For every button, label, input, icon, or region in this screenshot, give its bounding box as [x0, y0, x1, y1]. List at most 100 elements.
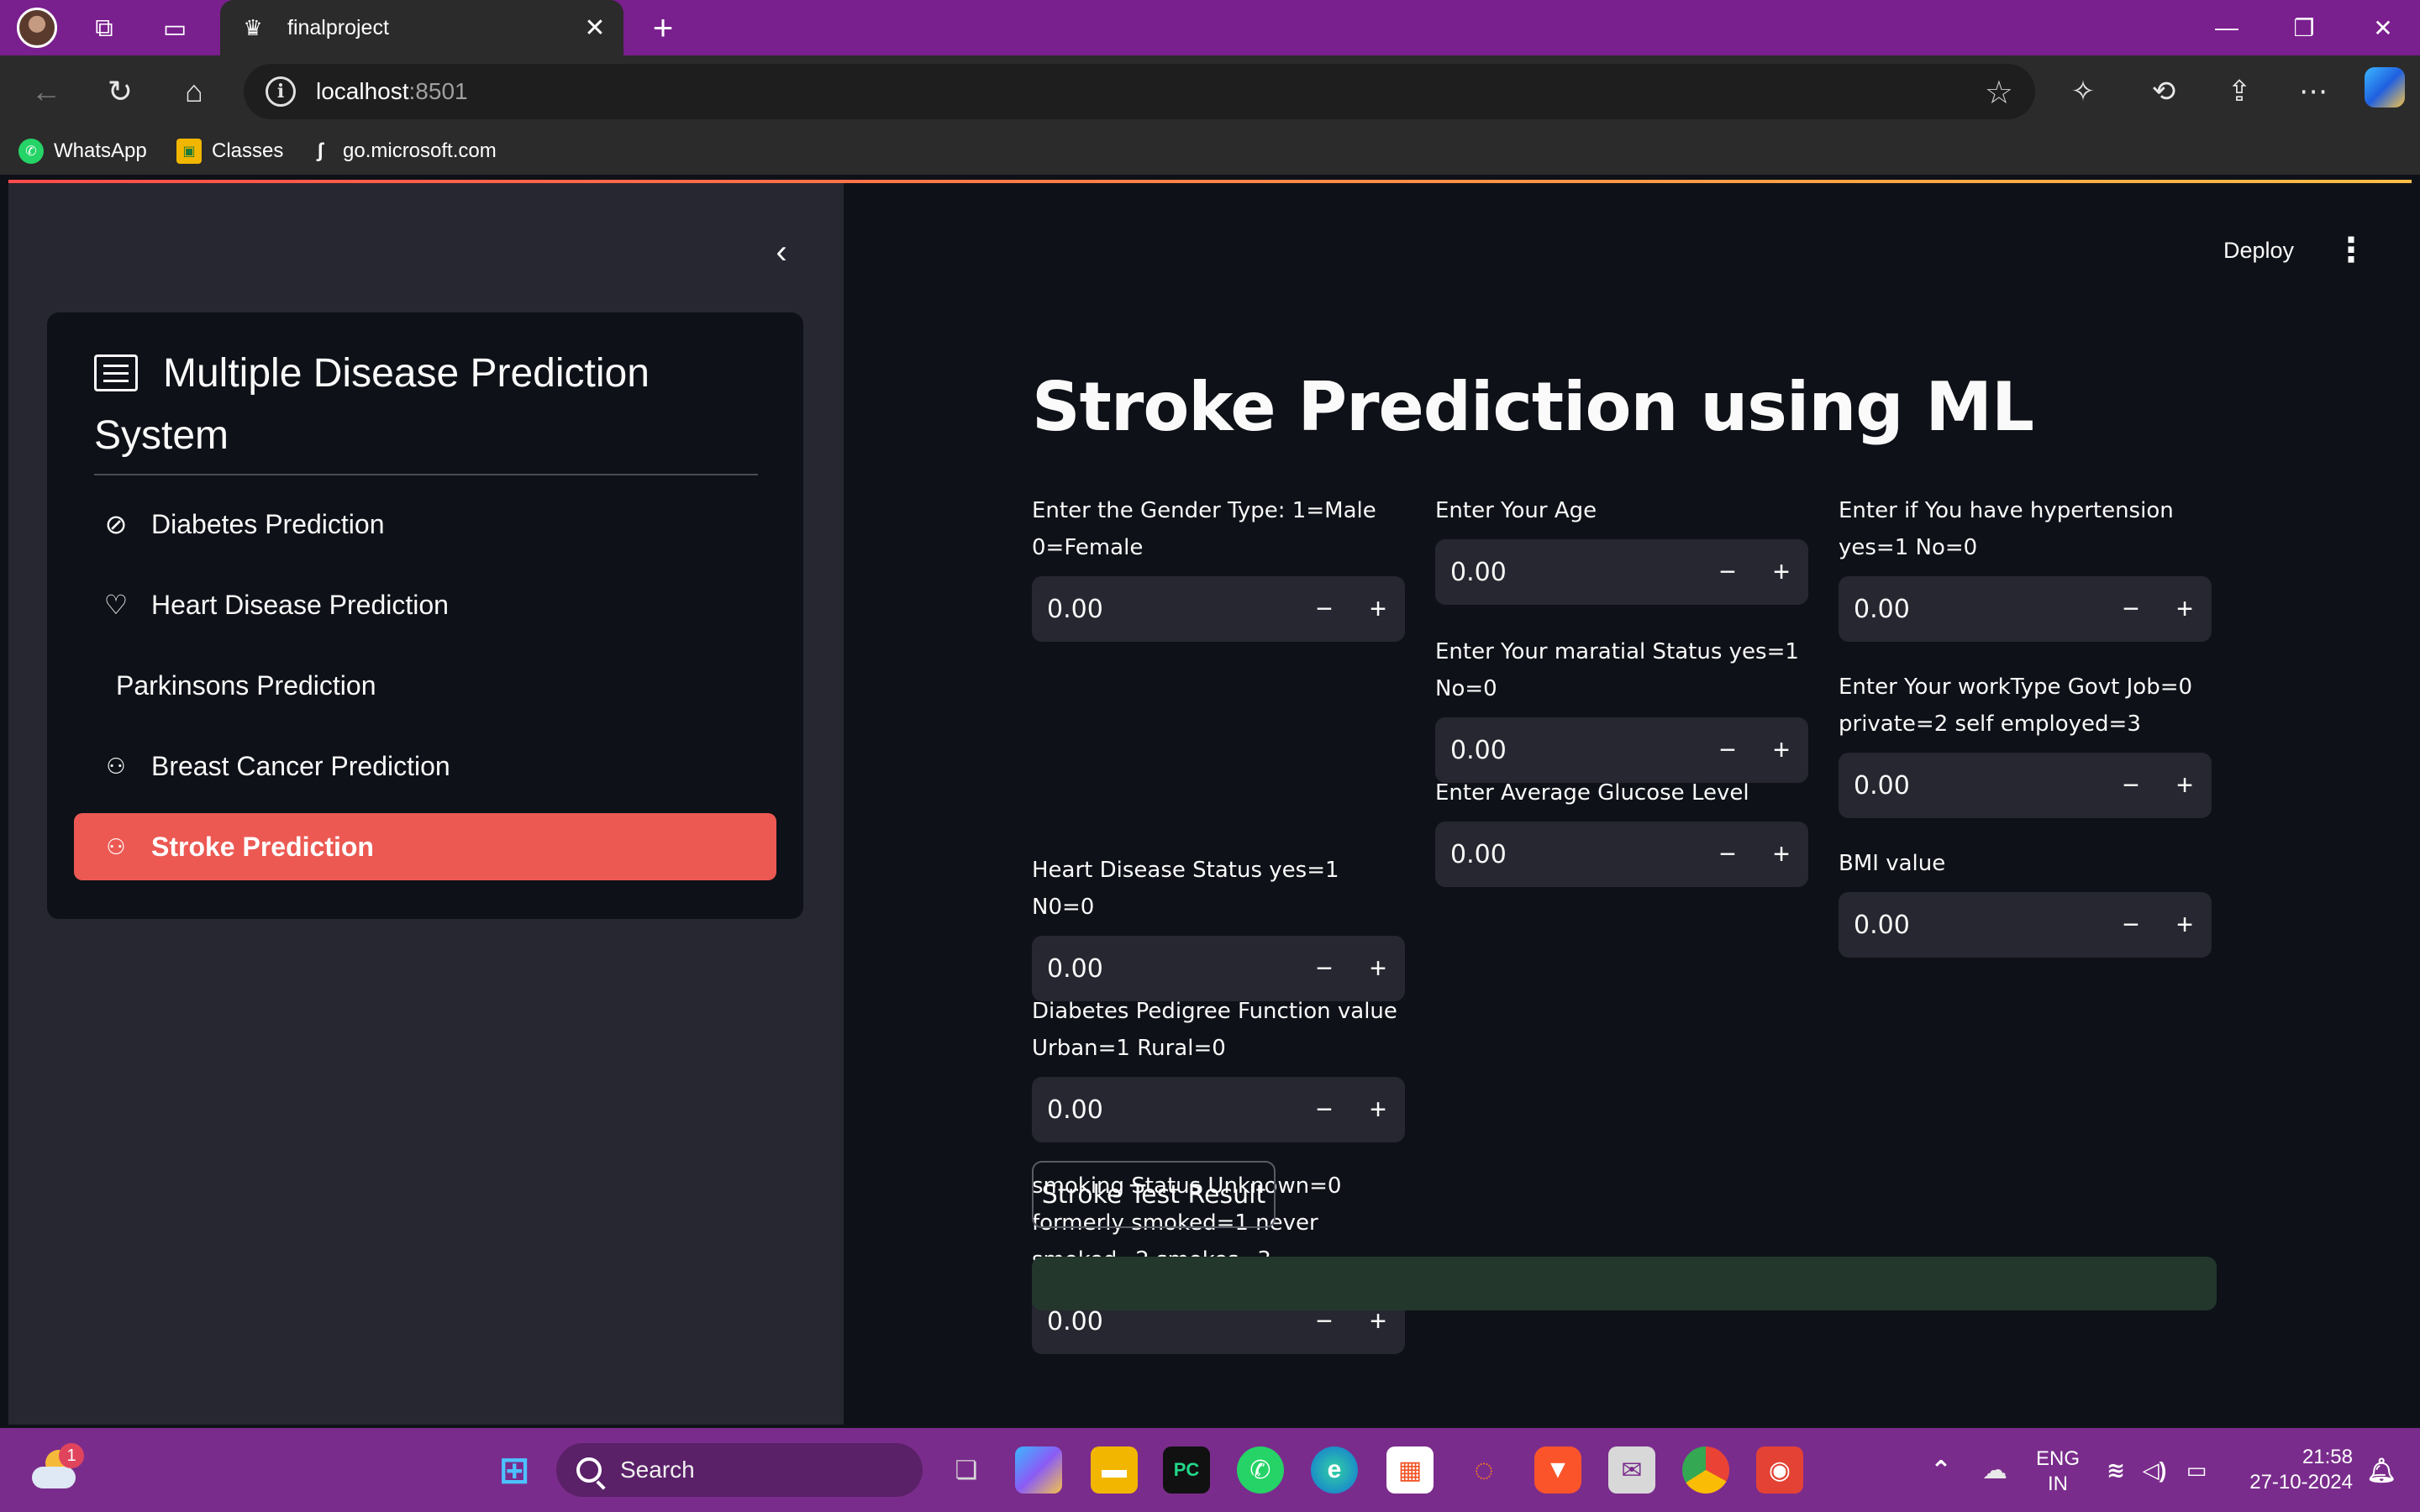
- home-icon[interactable]: ⌂: [173, 71, 215, 113]
- increment-button[interactable]: +: [1754, 822, 1808, 887]
- bookmark-whatsapp[interactable]: ✆ WhatsApp: [18, 134, 147, 168]
- back-arrow-icon[interactable]: ←: [25, 71, 67, 113]
- increment-button[interactable]: +: [1351, 1077, 1405, 1142]
- number-input[interactable]: 0.00 − +: [1435, 717, 1808, 783]
- browser-tab-active[interactable]: ♛ finalproject ✕: [220, 0, 623, 55]
- tab-close-icon[interactable]: ✕: [578, 11, 612, 45]
- close-window-icon[interactable]: ✕: [2358, 7, 2408, 49]
- whatsapp-app-icon[interactable]: ✆: [1237, 1446, 1284, 1494]
- number-input[interactable]: 0.00 − +: [1032, 1077, 1405, 1142]
- increment-button[interactable]: +: [2158, 753, 2212, 818]
- number-input[interactable]: 0.00 − +: [1435, 822, 1808, 887]
- share-icon[interactable]: ⇪: [2218, 71, 2260, 113]
- wifi-icon[interactable]: ≋: [2099, 1446, 2133, 1494]
- search-label: Search: [620, 1457, 695, 1483]
- notification-badge: 1: [59, 1443, 84, 1468]
- bookmark-go-microsoft[interactable]: ʃ go.microsoft.com: [308, 134, 497, 168]
- address-bar[interactable]: i localhost :8501 ☆: [244, 64, 2035, 119]
- number-input[interactable]: 0.00 − +: [1032, 936, 1405, 1001]
- menu-item-parkinsons[interactable]: Parkinsons Prediction: [74, 652, 776, 719]
- taskbar-search[interactable]: Search: [556, 1443, 923, 1497]
- number-input-value[interactable]: 0.00: [1839, 771, 2104, 801]
- favorite-star-icon[interactable]: ☆: [1985, 74, 2013, 112]
- minimize-icon[interactable]: —: [2202, 7, 2252, 49]
- decrement-button[interactable]: −: [1297, 576, 1351, 642]
- browser-titlebar: ⧉ ▭ ♛ finalproject ✕ + — ❐ ✕: [0, 0, 2420, 55]
- collapse-sidebar-icon[interactable]: ‹: [756, 227, 807, 277]
- screen-recorder-icon[interactable]: ◉: [1756, 1446, 1803, 1494]
- number-input-value[interactable]: 0.00: [1435, 736, 1701, 765]
- number-input-value[interactable]: 0.00: [1032, 954, 1297, 984]
- decrement-button[interactable]: −: [1701, 539, 1754, 605]
- extensions-icon[interactable]: ✧: [2062, 71, 2104, 113]
- number-input-value[interactable]: 0.00: [1032, 1307, 1297, 1336]
- ms-store-icon[interactable]: ▦: [1386, 1446, 1434, 1494]
- tray-overflow-chevron-icon[interactable]: ⌃: [1918, 1446, 1965, 1494]
- sidebar: ‹ Multiple Disease Prediction System ⊘ D…: [8, 183, 844, 1425]
- number-input-value[interactable]: 0.00: [1435, 558, 1701, 587]
- number-input[interactable]: 0.00 − +: [1839, 576, 2212, 642]
- menu-item-breast-cancer[interactable]: ⚇ Breast Cancer Prediction: [74, 732, 776, 800]
- clock[interactable]: 21:58 27-10-2024: [2235, 1445, 2353, 1495]
- file-explorer-icon[interactable]: ▬: [1091, 1446, 1138, 1494]
- number-input-value[interactable]: 0.00: [1839, 595, 2104, 624]
- battery-icon[interactable]: ▭: [2180, 1446, 2213, 1494]
- decrement-button[interactable]: −: [1297, 936, 1351, 1001]
- profile-avatar[interactable]: [17, 8, 57, 48]
- copilot-icon[interactable]: [2365, 67, 2405, 108]
- deploy-button[interactable]: Deploy: [2223, 225, 2294, 276]
- decrement-button[interactable]: −: [1701, 717, 1754, 783]
- mail-icon[interactable]: ✉: [1608, 1446, 1655, 1494]
- increment-button[interactable]: +: [2158, 892, 2212, 958]
- increment-button[interactable]: +: [1351, 936, 1405, 1001]
- stroke-test-result-button[interactable]: Stroke Test Result: [1032, 1161, 1276, 1228]
- number-input-value[interactable]: 0.00: [1435, 840, 1701, 869]
- number-input[interactable]: 0.00 − +: [1435, 539, 1808, 605]
- tab-actions-icon[interactable]: ▭: [155, 8, 195, 49]
- volume-icon[interactable]: ◁): [2138, 1446, 2171, 1494]
- site-info-icon[interactable]: i: [266, 76, 296, 107]
- copilot-app-icon[interactable]: [1015, 1446, 1062, 1494]
- decrement-button[interactable]: −: [2104, 892, 2158, 958]
- person-icon: ⚇: [106, 753, 126, 779]
- chrome-icon[interactable]: [1682, 1446, 1729, 1494]
- number-input[interactable]: 0.00 − +: [1839, 753, 2212, 818]
- jupyter-icon[interactable]: ◌: [1460, 1446, 1507, 1494]
- refresh-icon[interactable]: ↻: [99, 71, 141, 113]
- notifications-bell-icon[interactable]: 🔔︎: [2363, 1446, 2400, 1494]
- restore-icon[interactable]: ❐: [2279, 7, 2329, 49]
- weather-widget[interactable]: 1: [30, 1443, 84, 1494]
- main-menu-icon[interactable]: ⋮: [2334, 225, 2368, 276]
- number-input[interactable]: 0.00 − +: [1839, 892, 2212, 958]
- brave-icon[interactable]: ▼: [1534, 1446, 1581, 1494]
- bookmark-classes[interactable]: ▣ Classes: [176, 134, 283, 168]
- onedrive-cloud-icon[interactable]: ☁: [1971, 1446, 2018, 1494]
- history-icon[interactable]: ⟲: [2143, 71, 2185, 113]
- number-input-value[interactable]: 0.00: [1839, 911, 2104, 940]
- clock-date: 27-10-2024: [2249, 1471, 2353, 1494]
- increment-button[interactable]: +: [1754, 539, 1808, 605]
- menu-item-label: Stroke Prediction: [151, 831, 374, 862]
- task-view-icon[interactable]: ❏: [943, 1446, 990, 1494]
- pycharm-icon[interactable]: PC: [1163, 1446, 1210, 1494]
- number-input-value[interactable]: 0.00: [1032, 1095, 1297, 1125]
- decrement-button[interactable]: −: [1701, 822, 1754, 887]
- number-input[interactable]: 0.00 − +: [1032, 576, 1405, 642]
- decrement-button[interactable]: −: [1297, 1077, 1351, 1142]
- workspaces-icon[interactable]: ⧉: [84, 8, 124, 49]
- menu-item-heart-disease[interactable]: ♡ Heart Disease Prediction: [74, 571, 776, 638]
- number-input-value[interactable]: 0.00: [1032, 595, 1297, 624]
- more-options-icon[interactable]: ⋯: [2292, 71, 2334, 113]
- decrement-button[interactable]: −: [2104, 753, 2158, 818]
- menu-item-diabetes[interactable]: ⊘ Diabetes Prediction: [74, 491, 776, 558]
- windows-start-icon[interactable]: ⊞: [491, 1446, 538, 1494]
- option-menu: Multiple Disease Prediction System ⊘ Dia…: [47, 312, 803, 919]
- increment-button[interactable]: +: [1754, 717, 1808, 783]
- menu-item-stroke[interactable]: ⚇ Stroke Prediction: [74, 813, 776, 880]
- new-tab-icon[interactable]: +: [642, 7, 684, 49]
- edge-icon[interactable]: e: [1311, 1446, 1358, 1494]
- decrement-button[interactable]: −: [2104, 576, 2158, 642]
- increment-button[interactable]: +: [1351, 576, 1405, 642]
- language-indicator[interactable]: ENG IN: [2028, 1446, 2087, 1497]
- increment-button[interactable]: +: [2158, 576, 2212, 642]
